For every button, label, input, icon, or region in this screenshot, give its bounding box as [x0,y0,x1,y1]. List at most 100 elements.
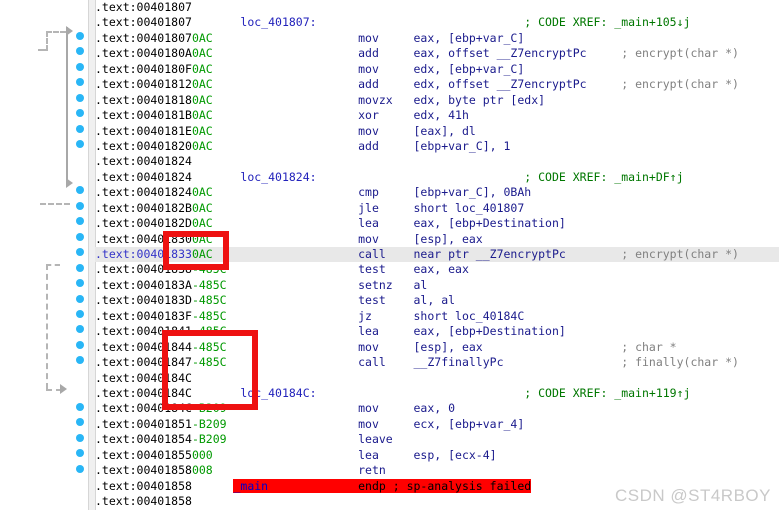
breakpoint-dot[interactable] [76,62,84,71]
instruction-operands[interactable]: [ebp+var_C], 1 [414,139,511,153]
breakpoint-dot[interactable] [76,140,84,149]
instruction-mnemonic[interactable]: retn [358,463,413,477]
breakpoint-dot[interactable] [76,464,84,473]
disassembly-line[interactable]: .text:004018070AC mov eax, [ebp+var_C] [95,31,779,46]
disassembly-line[interactable]: .text:00401858008 retn [95,463,779,478]
disassembly-line[interactable]: .text:00401807 loc_401807: ; CODE XREF: … [95,15,779,30]
disassembly-line[interactable]: .text:004018200AC add [ebp+var_C], 1 [95,139,779,154]
instruction-operands[interactable]: __Z7finallyPc [414,355,622,369]
breakpoint-dot[interactable] [76,418,84,427]
instruction-mnemonic[interactable]: add [358,77,413,91]
disassembly-line[interactable]: .text:00401824 loc_401824: ; CODE XREF: … [95,170,779,185]
disassembly-line[interactable]: .text:004018240AC cmp [ebp+var_C], 0BAh [95,185,779,200]
instruction-mnemonic[interactable]: call [358,247,413,261]
instruction-operands[interactable]: edx, byte ptr [edx] [414,93,546,107]
instruction-operands[interactable]: eax, [ebp+Destination] [414,216,566,230]
instruction-mnemonic[interactable]: mov [358,62,413,76]
disassembly-line[interactable]: .text:004018120AC add edx, offset __Z7en… [95,77,779,92]
instruction-mnemonic[interactable]: test [358,262,413,276]
disassembly-line[interactable]: .text:0040183F-485C jz short loc_40184C [95,309,779,324]
instruction-mnemonic[interactable]: cmp [358,185,413,199]
instruction-operands[interactable]: al, al [414,293,456,307]
disassembly-line[interactable]: .text:0040181E0AC mov [eax], dl [95,124,779,139]
instruction-operands[interactable]: al [414,278,428,292]
code-label[interactable]: loc_401807: [240,15,524,29]
instruction-operands[interactable]: eax, [ebp+var_C] [414,31,525,45]
breakpoint-dot[interactable] [76,78,84,87]
disassembly-line[interactable]: .text:00401855000 lea esp, [ecx-4] [95,448,779,463]
instruction-mnemonic[interactable]: mov [358,232,413,246]
instruction-operands[interactable]: edx, offset __Z7encryptPc [414,77,622,91]
code-label[interactable]: loc_401824: [240,170,524,184]
breakpoint-dot[interactable] [76,449,84,458]
breakpoint-dot[interactable] [76,201,84,210]
breakpoint-dot[interactable] [76,402,84,411]
instruction-operands[interactable]: [esp], eax [414,232,483,246]
instruction-mnemonic[interactable]: jz [358,309,413,323]
disassembly-line[interactable]: .text:0040183A-485C setnz al [95,278,779,293]
function-name[interactable]: _main [233,479,358,493]
sp-analysis-failed-highlight[interactable]: _main endp ; sp-analysis failed [233,478,532,493]
breakpoint-dot[interactable] [76,248,84,257]
breakpoint-dot[interactable] [76,232,84,241]
disassembly-line[interactable]: .text:00401807 [95,0,779,15]
instruction-mnemonic[interactable]: mov [358,340,413,354]
code-label[interactable]: loc_40184C: [240,386,524,400]
instruction-mnemonic[interactable]: lea [358,216,413,230]
breakpoint-dot[interactable] [76,433,84,442]
instruction-mnemonic[interactable]: mov [358,401,413,415]
breakpoint-dot[interactable] [76,186,84,195]
instruction-operands[interactable]: eax, eax [414,262,469,276]
instruction-operands[interactable]: [esp], eax [414,340,622,354]
breakpoint-dot[interactable] [76,279,84,288]
instruction-mnemonic[interactable]: mov [358,417,413,431]
instruction-mnemonic[interactable]: jle [358,201,413,215]
instruction-operands[interactable]: edx, 41h [414,108,469,122]
instruction-mnemonic[interactable]: mov [358,124,413,138]
instruction-operands[interactable]: short loc_401807 [414,201,525,215]
instruction-mnemonic[interactable]: call [358,355,413,369]
instruction-mnemonic[interactable]: xor [358,108,413,122]
instruction-operands[interactable]: [eax], dl [414,124,476,138]
breakpoint-dot[interactable] [76,325,84,334]
instruction-operands[interactable]: [ebp+var_C], 0BAh [414,185,532,199]
breakpoint-dot[interactable] [76,217,84,226]
instruction-operands[interactable]: ecx, [ebp+var_4] [414,417,525,431]
breakpoint-dot[interactable] [76,93,84,102]
instruction-operands[interactable]: esp, [ecx-4] [414,448,497,462]
instruction-mnemonic[interactable]: movzx [358,93,413,107]
instruction-mnemonic[interactable]: leave [358,432,413,446]
instruction-operands[interactable]: eax, 0 [414,401,456,415]
breakpoint-dot[interactable] [76,310,84,318]
disassembly-line[interactable]: .text:00401824 [95,154,779,169]
instruction-mnemonic[interactable]: add [358,46,413,60]
disassembly-line[interactable]: .text:0040182B0AC jle short loc_401807 [95,201,779,216]
instruction-operands[interactable]: near ptr __Z7encryptPc [414,247,622,261]
breakpoint-dot[interactable] [76,124,84,133]
breakpoint-dot[interactable] [76,109,84,118]
breakpoint-dot[interactable] [76,294,84,303]
instruction-mnemonic[interactable]: lea [358,448,413,462]
disassembly-line[interactable]: .text:0040183D-485C test al, al [95,293,779,308]
breakpoint-dot[interactable] [76,340,84,349]
breakpoint-dot-column[interactable] [76,0,88,510]
instruction-mnemonic[interactable]: add [358,139,413,153]
breakpoint-dot[interactable] [76,263,84,272]
instruction-operands[interactable]: eax, offset __Z7encryptPc [414,46,622,60]
instruction-operands[interactable]: short loc_40184C [414,309,525,323]
instruction-operands[interactable]: edx, [ebp+var_C] [414,62,525,76]
disassembly-line[interactable]: .text:0040182D0AC lea eax, [ebp+Destinat… [95,216,779,231]
disassembly-line[interactable]: .text:0040180F0AC mov edx, [ebp+var_C] [95,62,779,77]
breakpoint-dot[interactable] [76,47,84,56]
instruction-operands[interactable]: eax, [ebp+Destination] [414,324,566,338]
disassembly-line[interactable]: .text:0040180A0AC add eax, offset __Z7en… [95,46,779,61]
instruction-mnemonic[interactable]: test [358,293,413,307]
disassembly-line[interactable]: .text:0040181B0AC xor edx, 41h [95,108,779,123]
disassembly-line[interactable]: .text:00401851-B209 mov ecx, [ebp+var_4] [95,417,779,432]
disassembly-line[interactable]: .text:004018180AC movzx edx, byte ptr [e… [95,93,779,108]
instruction-mnemonic[interactable]: lea [358,324,413,338]
disassembly-line[interactable]: .text:00401854-B209 leave [95,432,779,447]
breakpoint-dot[interactable] [76,31,84,40]
breakpoint-dot[interactable] [76,356,84,365]
instruction-mnemonic[interactable]: setnz [358,278,413,292]
